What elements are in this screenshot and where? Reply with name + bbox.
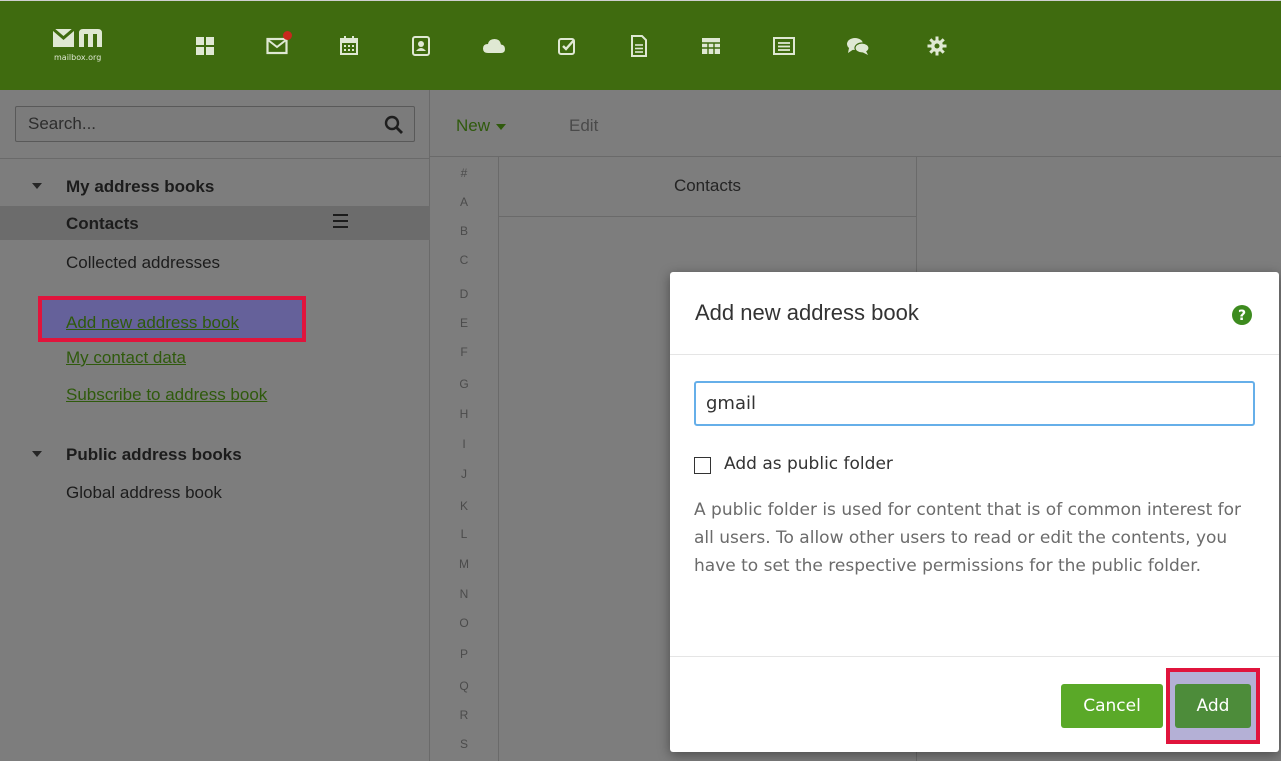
gear-icon[interactable] <box>925 34 949 58</box>
sidebar-item-collected-addresses[interactable]: Collected addresses <box>66 253 220 273</box>
logo-text: mailbox.org <box>54 53 102 62</box>
sidebar-item-contacts[interactable]: Contacts <box>66 214 139 234</box>
alpha-letter[interactable]: A <box>430 195 498 209</box>
my-address-books-header[interactable]: My address books <box>66 177 214 197</box>
notification-dot <box>283 31 292 40</box>
checkbox-icon[interactable] <box>555 34 579 58</box>
alpha-letter[interactable]: O <box>430 616 498 630</box>
alpha-letter[interactable]: S <box>430 737 498 751</box>
add-button[interactable]: Add <box>1175 684 1251 728</box>
chat-icon[interactable] <box>846 34 870 58</box>
alpha-letter[interactable]: P <box>430 647 498 661</box>
presentation-icon[interactable] <box>772 34 796 58</box>
caret-down-icon[interactable] <box>32 183 42 189</box>
top-navigation-bar: mailbox.org <box>0 0 1281 90</box>
svg-text:?: ? <box>1238 308 1246 324</box>
alpha-letter[interactable]: L <box>430 527 498 541</box>
alpha-letter[interactable]: M <box>430 557 498 571</box>
divider <box>670 656 1279 657</box>
divider <box>0 158 430 159</box>
search-box[interactable] <box>15 106 415 142</box>
divider <box>670 354 1279 355</box>
add-address-book-dialog: Add new address book ? Add as public fol… <box>670 272 1279 752</box>
alpha-letter[interactable]: R <box>430 708 498 722</box>
search-input[interactable] <box>16 107 368 141</box>
alpha-letter[interactable]: K <box>430 499 498 513</box>
new-button[interactable]: New <box>456 116 507 136</box>
alpha-letter[interactable]: B <box>430 224 498 238</box>
alpha-letter[interactable]: Q <box>430 679 498 693</box>
contacts-column-header: Contacts <box>499 157 916 217</box>
selected-row-background <box>0 206 430 240</box>
add-new-address-book-link[interactable]: Add new address book <box>66 313 239 333</box>
mailbox-logo[interactable]: mailbox.org <box>52 25 112 65</box>
alpha-letter[interactable]: I <box>430 437 498 451</box>
alpha-letter[interactable]: G <box>430 377 498 391</box>
cloud-icon[interactable] <box>482 34 506 58</box>
alpha-letter[interactable]: C <box>430 253 498 267</box>
alpha-letter[interactable]: J <box>430 467 498 481</box>
contact-card-icon[interactable] <box>409 34 433 58</box>
address-book-name-input[interactable] <box>694 381 1255 426</box>
my-contact-data-link[interactable]: My contact data <box>66 348 186 368</box>
sidebar: My address books Contacts Collected addr… <box>0 90 430 761</box>
public-folder-checkbox-label[interactable]: Add as public folder <box>724 454 893 474</box>
alpha-letter[interactable]: # <box>430 166 498 180</box>
sidebar-item-global-address-book[interactable]: Global address book <box>66 483 222 503</box>
subscribe-address-book-link[interactable]: Subscribe to address book <box>66 385 267 405</box>
alpha-letter[interactable]: N <box>430 587 498 601</box>
new-button-label: New <box>456 116 491 135</box>
help-icon[interactable]: ? <box>1231 304 1253 326</box>
spreadsheet-icon[interactable] <box>699 34 723 58</box>
mail-icon[interactable] <box>265 31 292 58</box>
grid-icon[interactable] <box>193 34 217 58</box>
alpha-letter[interactable]: E <box>430 316 498 330</box>
caret-down-icon[interactable] <box>32 451 42 457</box>
hamburger-menu-icon[interactable] <box>333 214 348 228</box>
dialog-title: Add new address book <box>695 300 919 325</box>
public-folder-checkbox[interactable] <box>694 457 711 474</box>
search-icon[interactable] <box>384 115 404 135</box>
alpha-letter[interactable]: D <box>430 287 498 301</box>
public-address-books-header[interactable]: Public address books <box>66 445 242 465</box>
dropdown-caret-icon <box>496 123 507 130</box>
alphabet-index: # A B C D E F G H I J K L M N O P Q R S <box>430 157 499 761</box>
alpha-letter[interactable]: H <box>430 407 498 421</box>
cancel-button[interactable]: Cancel <box>1061 684 1163 728</box>
logo-mark-icon <box>52 27 102 47</box>
edit-button[interactable]: Edit <box>569 116 598 136</box>
document-icon[interactable] <box>627 34 651 58</box>
calendar-icon[interactable] <box>337 34 361 58</box>
public-folder-description: A public folder is used for content that… <box>694 500 1242 576</box>
alpha-letter[interactable]: F <box>430 345 498 359</box>
